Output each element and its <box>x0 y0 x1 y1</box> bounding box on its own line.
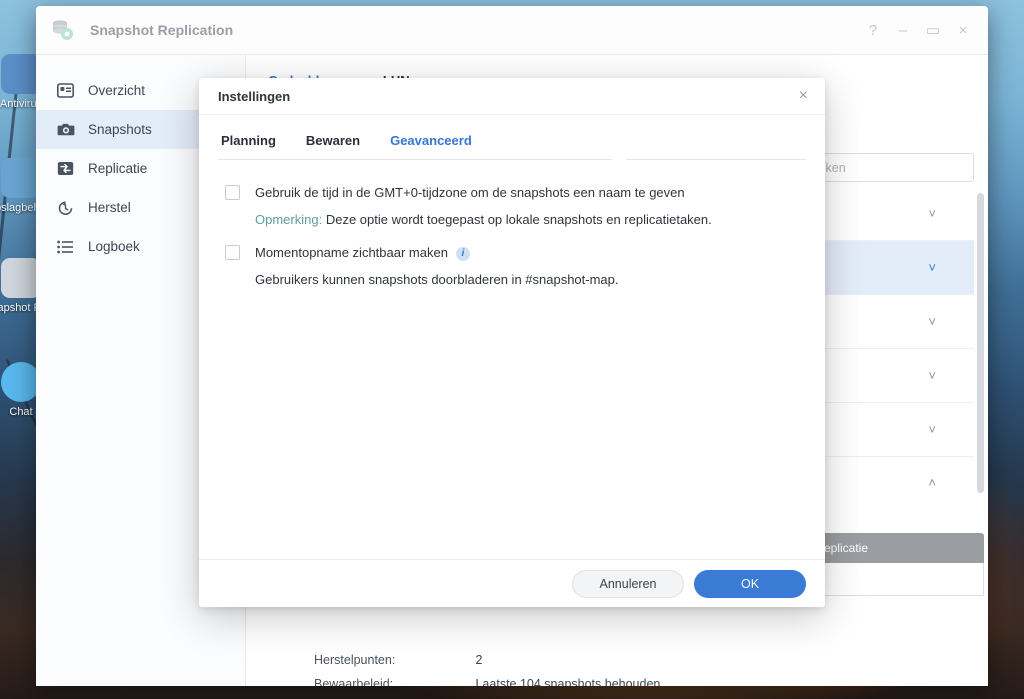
dialog-tabbar: Planning Bewaren Geavanceerd <box>199 115 825 160</box>
tab-geavanceerd[interactable]: Geavanceerd <box>390 133 472 160</box>
chevron-up-icon[interactable]: ˄ <box>928 475 936 490</box>
detail-row-herstelpunten: Herstelpunten: 2 <box>314 653 482 667</box>
window-title: Snapshot Replication <box>90 22 234 38</box>
option-snapshot-visible[interactable]: Momentopname zichtbaar maken i <box>225 244 803 261</box>
note-key-label: Opmerking: <box>255 212 323 227</box>
detail-label: Herstelpunten: <box>314 653 396 667</box>
restore-clock-icon <box>56 198 75 217</box>
help-button[interactable]: ? <box>858 15 888 45</box>
antivirus-icon <box>1 54 41 94</box>
gmt-timezone-note: Opmerking: Deze optie wordt toegepast op… <box>255 211 803 228</box>
chat-icon <box>1 362 41 402</box>
overview-icon <box>56 81 75 100</box>
desktop-icon-label: Chat <box>9 406 33 418</box>
sidebar-item-label: Overzicht <box>88 83 146 98</box>
settings-dialog: Instellingen × Planning Bewaren Geavance… <box>199 78 825 607</box>
info-icon[interactable]: i <box>455 246 470 261</box>
log-list-icon <box>56 237 75 256</box>
sidebar-item-label: Replicatie <box>88 161 148 176</box>
cancel-button[interactable]: Annuleren <box>572 569 684 598</box>
maximize-button[interactable]: ▭ <box>918 15 948 45</box>
replication-icon <box>56 159 75 178</box>
sidebar-item-label: Logboek <box>88 239 140 254</box>
dialog-tab-separator <box>218 159 806 160</box>
minimize-button[interactable]: – <box>888 15 918 45</box>
snapshot-visible-label: Momentopname zichtbaar maken i <box>255 244 470 261</box>
camera-icon <box>56 120 75 139</box>
dialog-title: Instellingen <box>218 88 291 104</box>
gmt-timezone-label: Gebruik de tijd in de GMT+0-tijdzone om … <box>255 185 685 200</box>
chevron-down-icon[interactable]: ˅ <box>928 368 936 383</box>
sidebar-item-label: Snapshots <box>88 122 152 137</box>
sidebar-item-label: Herstel <box>88 200 131 215</box>
chevron-down-icon[interactable]: ˅ <box>928 260 936 275</box>
snapshot-replication-icon <box>1 258 41 298</box>
option-gmt-naming[interactable]: Gebruik de tijd in de GMT+0-tijdzone om … <box>225 184 803 201</box>
dialog-body: Gebruik de tijd in de GMT+0-tijdzone om … <box>199 160 825 559</box>
snapshot-visible-text: Momentopname zichtbaar maken <box>255 245 448 260</box>
detail-row-bewaarbeleid: Bewaarbeleid: Laatste 104 snapshots beho… <box>314 677 660 686</box>
dialog-header: Instellingen × <box>199 78 825 115</box>
content-scrollbar[interactable] <box>977 193 984 493</box>
tab-planning[interactable]: Planning <box>221 133 276 160</box>
close-button[interactable]: × <box>948 15 978 45</box>
snapshot-visible-sub-text: Gebruikers kunnen snapshots doorbladeren… <box>255 272 619 287</box>
active-tab-indicator <box>611 153 627 160</box>
close-icon[interactable]: × <box>796 84 811 108</box>
note-text: Deze optie wordt toegepast op lokale sna… <box>325 212 712 227</box>
chevron-down-icon[interactable]: ˅ <box>928 314 936 329</box>
dialog-footer: Annuleren OK <box>199 559 825 607</box>
window-titlebar: Snapshot Replication ? – ▭ × <box>36 6 988 55</box>
chevron-down-icon[interactable]: ˅ <box>928 422 936 437</box>
gmt-timezone-checkbox[interactable] <box>225 185 240 200</box>
tab-bewaren[interactable]: Bewaren <box>306 133 360 160</box>
storage-manager-icon <box>1 158 41 198</box>
detail-value: Laatste 104 snapshots behouden <box>475 677 661 686</box>
database-stack-icon <box>50 17 76 43</box>
detail-label: Bewaarbeleid: <box>314 677 394 686</box>
ok-button[interactable]: OK <box>694 569 806 598</box>
detail-value: 2 <box>475 653 483 667</box>
snapshot-visible-checkbox[interactable] <box>225 245 240 260</box>
chevron-down-icon[interactable]: ˅ <box>928 206 936 221</box>
